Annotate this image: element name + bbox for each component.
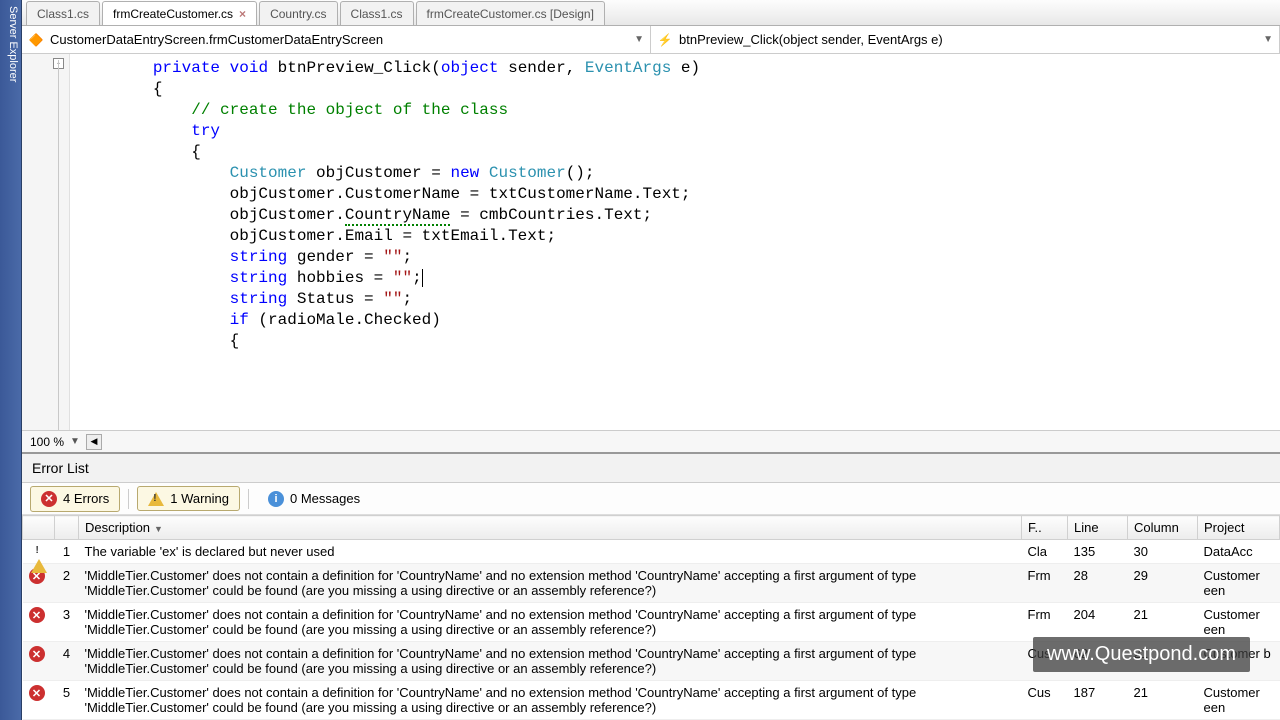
chevron-down-icon[interactable]: ▼ [70,436,80,447]
tab-frmcreatecustomer[interactable]: frmCreateCustomer.cs× [102,1,257,25]
error-list-grid[interactable]: Description▼ F.. Line Column Project 1Th… [22,515,1280,720]
tab-class1-2[interactable]: Class1.cs [340,1,414,25]
class-icon: 🔶 [28,32,44,48]
warning-icon [148,492,164,506]
chevron-down-icon: ▼ [634,34,644,45]
col-line[interactable]: Line [1068,516,1128,540]
error-list-toolbar: ✕4 Errors 1 Warning i0 Messages [22,483,1280,515]
code-editor[interactable]: - private void btnPreview_Click(object s… [22,54,1280,430]
navigation-bar: 🔶 CustomerDataEntryScreen.frmCustomerDat… [22,26,1280,54]
method-icon: ⚡ [657,32,673,48]
error-row[interactable]: 1The variable 'ex' is declared but never… [23,540,1280,564]
class-selector[interactable]: 🔶 CustomerDataEntryScreen.frmCustomerDat… [22,26,651,53]
server-explorer-tab[interactable]: Server Explorer [0,0,22,720]
watermark: www.Questpond.com [1033,637,1250,672]
errors-filter-button[interactable]: ✕4 Errors [30,486,120,512]
warning-icon [31,544,47,573]
tab-country[interactable]: Country.cs [259,1,337,25]
member-selector[interactable]: ⚡ btnPreview_Click(object sender, EventA… [651,26,1280,53]
col-number[interactable] [55,516,79,540]
col-column[interactable]: Column [1128,516,1198,540]
error-icon: ✕ [29,607,45,623]
error-icon: ✕ [29,646,45,662]
tab-class1[interactable]: Class1.cs [26,1,100,25]
zoom-level[interactable]: 100 % [30,435,64,449]
code-gutter: - [22,54,70,430]
error-icon: ✕ [29,685,45,701]
warnings-filter-button[interactable]: 1 Warning [137,486,240,511]
error-row[interactable]: ✕2'MiddleTier.Customer' does not contain… [23,564,1280,603]
close-icon[interactable]: × [239,7,246,21]
col-description[interactable]: Description▼ [79,516,1022,540]
error-icon: ✕ [41,491,57,507]
col-file[interactable]: F.. [1022,516,1068,540]
error-list-title: Error List [22,454,1280,483]
info-icon: i [268,491,284,507]
error-row[interactable]: ✕5'MiddleTier.Customer' does not contain… [23,681,1280,720]
messages-filter-button[interactable]: i0 Messages [257,486,371,512]
document-tabs: Class1.cs frmCreateCustomer.cs× Country.… [22,0,1280,26]
tab-frmcreatecustomer-design[interactable]: frmCreateCustomer.cs [Design] [416,1,605,25]
sort-arrow-icon: ▼ [154,524,163,534]
col-icon[interactable] [23,516,55,540]
scroll-left-button[interactable]: ◀ [86,434,102,450]
chevron-down-icon: ▼ [1263,34,1273,45]
error-list-panel: Error List ✕4 Errors 1 Warning i0 Messag… [22,452,1280,720]
zoom-bar: 100 % ▼ ◀ [22,430,1280,452]
error-row[interactable]: ✕3'MiddleTier.Customer' does not contain… [23,603,1280,642]
col-project[interactable]: Project [1198,516,1280,540]
code-text[interactable]: private void btnPreview_Click(object sen… [70,54,1280,430]
